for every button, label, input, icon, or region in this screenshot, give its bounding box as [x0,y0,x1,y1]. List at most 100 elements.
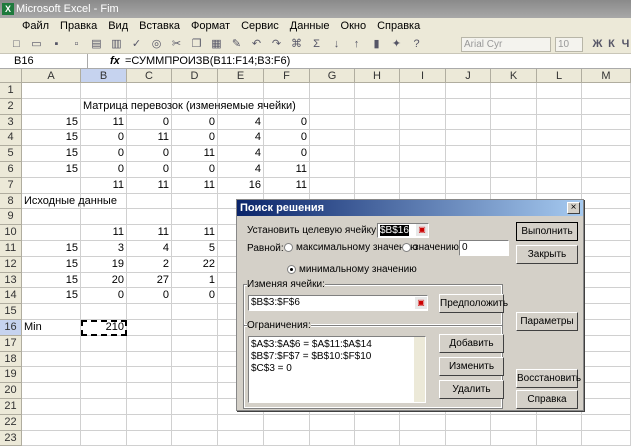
cell-A13[interactable]: 15 [22,272,81,289]
spelling-icon[interactable]: ✓ [130,38,143,51]
constraints-list[interactable]: $A$3:$A$6 = $A$11:$A$14 $B$7:$F$7 = $B$10… [248,336,426,403]
select-all-corner[interactable] [0,69,22,83]
cell-A10[interactable] [22,225,81,241]
cell-B5[interactable]: 0 [81,146,127,162]
bold-icon[interactable]: Ж [591,38,604,51]
cell-C12[interactable]: 2 [127,256,172,273]
cell-I4[interactable] [400,130,446,147]
cell-D13[interactable]: 1 [172,272,218,289]
cell-B16[interactable]: 210 [81,320,127,336]
cell-D15[interactable] [172,304,218,320]
constraint-item[interactable]: $C$3 = 0 [251,363,425,375]
cell-F4[interactable]: 0 [264,130,310,147]
cell-C3[interactable]: 0 [127,114,172,131]
cell-B14[interactable]: 0 [81,288,127,305]
hyperlink-icon[interactable]: ⌘ [290,38,303,51]
cell-D14[interactable]: 0 [172,288,218,305]
cell-D12[interactable]: 22 [172,256,218,273]
column-header-D[interactable]: D [172,69,218,83]
paste-icon[interactable]: ▦ [210,38,223,51]
radio-max[interactable]: максимальному значению [284,242,418,253]
chart-icon[interactable]: ▮ [370,38,383,51]
constraint-item[interactable]: $B$7:$F$7 = $B$10:$F$10 [251,351,425,363]
cell-M18[interactable] [582,351,631,368]
cell-D22[interactable] [172,414,218,431]
cell-M20[interactable] [582,383,631,399]
cell-K5[interactable] [491,146,537,162]
cell-F3[interactable]: 0 [264,114,310,131]
sort-desc-icon[interactable]: ↑ [350,38,363,51]
cell-B13[interactable]: 20 [81,272,127,289]
cell-C8[interactable] [127,193,172,210]
cell-L7[interactable] [537,177,582,194]
cell-C17[interactable] [127,335,172,352]
drawing-icon[interactable]: ✦ [390,38,403,51]
cell-A16[interactable]: Min [22,320,81,336]
cell-B12[interactable]: 19 [81,256,127,273]
cell-L23[interactable] [537,430,582,446]
cell-A15[interactable] [22,304,81,320]
guess-button[interactable]: Предположить [439,294,508,313]
cell-K2[interactable] [491,98,537,115]
cell-M13[interactable] [582,272,631,289]
cell-A11[interactable]: 15 [22,241,81,257]
collapse-dialog-icon[interactable]: ▣ [415,297,427,309]
cell-G7[interactable] [310,177,355,194]
font-size-select[interactable]: 10 [555,37,583,52]
menu-item-4[interactable]: Формат [191,20,230,32]
cell-H2[interactable] [355,98,400,115]
research-icon[interactable]: ◎ [150,38,163,51]
cell-K7[interactable] [491,177,537,194]
cell-B4[interactable]: 0 [81,130,127,147]
print-icon[interactable]: ▤ [90,38,103,51]
cell-A4[interactable]: 15 [22,130,81,147]
column-header-H[interactable]: H [355,69,400,83]
close-icon[interactable]: × [567,202,580,214]
cell-D4[interactable]: 0 [172,130,218,147]
collapse-dialog-icon[interactable]: ▣ [416,224,428,236]
cell-L6[interactable] [537,162,582,178]
cell-I2[interactable] [400,98,446,115]
delete-button[interactable]: Удалить [439,380,504,399]
menu-item-7[interactable]: Окно [341,20,367,32]
cell-J23[interactable] [446,430,491,446]
cell-D17[interactable] [172,335,218,352]
cell-C20[interactable] [127,383,172,399]
cell-J6[interactable] [446,162,491,178]
menu-item-6[interactable]: Данные [290,20,330,32]
row-header-19[interactable]: 19 [0,367,22,384]
row-header-11[interactable]: 11 [0,241,22,257]
cell-G6[interactable] [310,162,355,178]
cell-M3[interactable] [582,114,631,131]
row-header-18[interactable]: 18 [0,351,22,368]
column-header-A[interactable]: A [22,69,81,83]
cell-I3[interactable] [400,114,446,131]
cell-E1[interactable] [218,83,264,99]
cell-M1[interactable] [582,83,631,99]
row-header-3[interactable]: 3 [0,114,22,131]
column-header-M[interactable]: M [582,69,631,83]
menu-item-3[interactable]: Вставка [139,20,180,32]
fx-icon[interactable]: fx [110,54,120,69]
cell-K22[interactable] [491,414,537,431]
cell-A1[interactable] [22,83,81,99]
cell-G3[interactable] [310,114,355,131]
cell-L2[interactable] [537,98,582,115]
cell-A14[interactable]: 15 [22,288,81,305]
cell-C22[interactable] [127,414,172,431]
cell-M10[interactable] [582,225,631,241]
cell-H3[interactable] [355,114,400,131]
cell-D6[interactable]: 0 [172,162,218,178]
cell-G1[interactable] [310,83,355,99]
cell-J5[interactable] [446,146,491,162]
cell-A19[interactable] [22,367,81,384]
cell-M22[interactable] [582,414,631,431]
cell-A3[interactable]: 15 [22,114,81,131]
cell-G23[interactable] [310,430,355,446]
cell-E6[interactable]: 4 [218,162,264,178]
cell-K1[interactable] [491,83,537,99]
cell-D9[interactable] [172,209,218,226]
sort-asc-icon[interactable]: ↓ [330,38,343,51]
cell-M12[interactable] [582,256,631,273]
cell-M15[interactable] [582,304,631,320]
